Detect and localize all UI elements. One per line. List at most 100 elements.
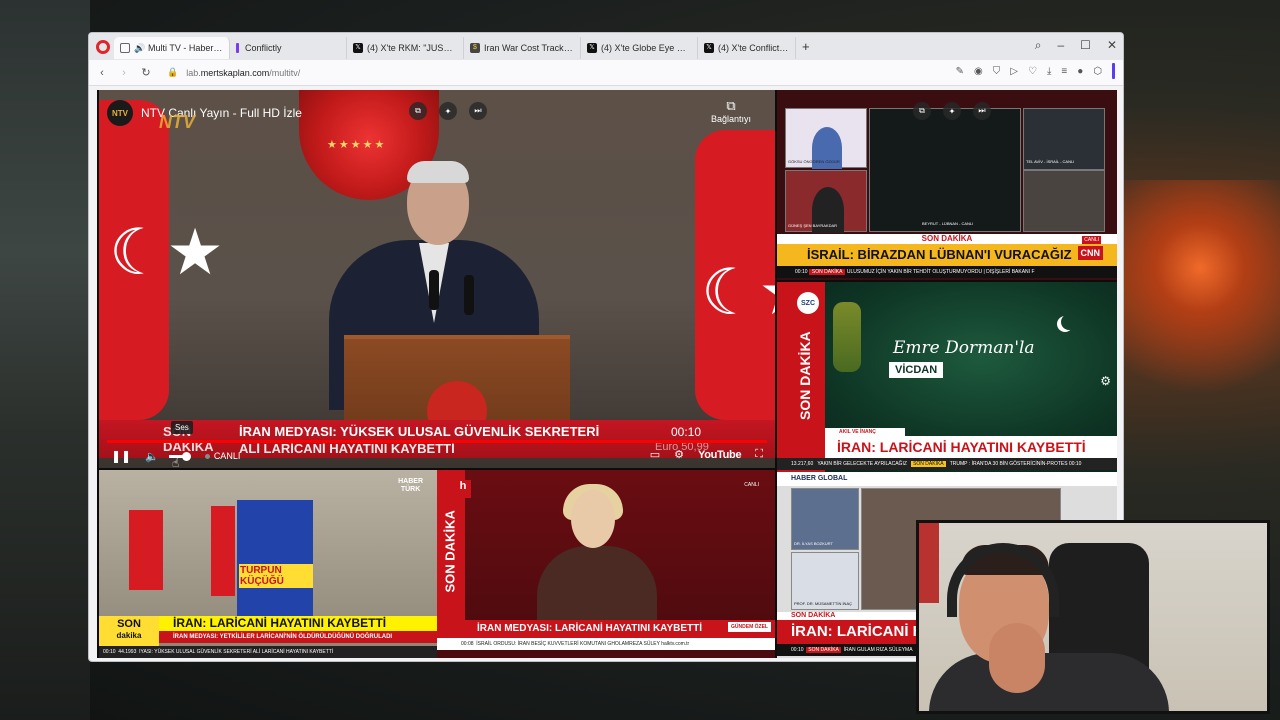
son-label: SON: [117, 618, 141, 630]
halk-tv-player[interactable]: SON DAKİKA h CANLI İRAN MEDYASI: LARİCAN…: [437, 470, 775, 658]
tab-label: (4) X'te Conflict: "🔴 İsveç: [718, 42, 789, 53]
pip-icon[interactable]: ⧉: [913, 102, 931, 120]
tab-label: Conflictly: [245, 43, 282, 53]
volume-tooltip: Ses: [171, 421, 193, 434]
flag-right: ☾★: [695, 130, 775, 420]
captions-icon[interactable]: ▭: [650, 448, 660, 461]
url-field[interactable]: lab.mertskaplan.com/multitv/: [186, 68, 300, 78]
haberturk-player[interactable]: TURPUN KÜÇÜĞÜ HABER TÜRK SON dakika İRAN…: [99, 470, 437, 658]
sidebar-toggle[interactable]: [1112, 63, 1115, 79]
play-icon[interactable]: ▷: [1010, 66, 1018, 79]
crescent-star-icon: ☾★: [701, 256, 775, 328]
program-subtitle: AKIL VE İNANÇ: [825, 428, 905, 436]
vertical-breaking-label: SON DAKİKA: [442, 510, 458, 593]
enhance-icon[interactable]: ✦: [439, 102, 457, 120]
enhance-icon[interactable]: ✦: [943, 102, 961, 120]
settings-icon[interactable]: ⚙: [1100, 374, 1111, 388]
reload-button[interactable]: ↻: [141, 66, 151, 79]
overlay-controls: ⧉ ✦ ⏭: [913, 102, 991, 120]
url-prefix: lab.: [186, 67, 201, 78]
skip-icon[interactable]: ⏭: [469, 102, 487, 120]
cnn-turk-player[interactable]: GÖKSU ÖNGÖREN ÖZGÜR GÜNEŞ ŞEN BAYRAKDAR …: [777, 90, 1117, 280]
url-path: /multitv/: [269, 67, 301, 78]
main-video-player[interactable]: ☾★ ☾★ ★★★★★ NTV NTV Canlı Yayın - Full H…: [99, 90, 775, 468]
tab-x-conflict[interactable]: 𝕏 (4) X'te Conflict: "🔴 İsveç: [698, 37, 796, 59]
close-button[interactable]: ✕: [1107, 38, 1117, 53]
overlay-controls: ⧉ ✦ ⏭: [409, 102, 487, 120]
settings-icon[interactable]: ⚙: [674, 448, 684, 461]
copy-link-button[interactable]: ⧉ Bağlantıyı: [711, 98, 751, 124]
ticker-clock: 00:10: [671, 425, 702, 439]
tab-multitv[interactable]: 🔊 Multi TV - Haber kanalları: [114, 37, 230, 59]
pause-button[interactable]: ❚❚: [111, 449, 131, 463]
ticker-tag: SON DAKİKA: [806, 647, 841, 653]
dakika-label: dakika: [116, 631, 142, 640]
tab-conflictly[interactable]: Conflictly: [230, 37, 347, 59]
tab-x-rkm[interactable]: 𝕏 (4) X'te RKM: "JUST IN: [347, 37, 464, 59]
youtube-button[interactable]: YouTube: [698, 449, 742, 461]
program-banner: VİCDAN: [889, 362, 944, 378]
background-left: [0, 0, 90, 720]
program-title: Emre Dorman'la: [893, 338, 1035, 358]
forward-button[interactable]: ›: [119, 67, 129, 79]
poster-text: TURPUN KÜÇÜĞÜ: [239, 564, 313, 588]
camera-icon[interactable]: ◉: [974, 66, 983, 79]
beirut-tile: BEYRUT - LÜBNAN - CANLI: [869, 108, 1021, 232]
tab-x-globe-eye[interactable]: 𝕏 (4) X'te Globe Eye News: ": [581, 37, 698, 59]
mouse-cursor-icon: ☝: [172, 456, 180, 468]
minimize-button[interactable]: –: [1057, 38, 1064, 53]
extensions-icon[interactable]: ⬡: [1093, 66, 1102, 79]
fullscreen-icon[interactable]: ⛶: [755, 448, 763, 461]
news-ticker: 00:10 44.1993 IYASI: YÜKSEK ULUSAL GÜVEN…: [99, 646, 437, 658]
channel-logo[interactable]: NTV: [107, 100, 133, 126]
tab-label: (4) X'te Globe Eye News: ": [601, 43, 691, 53]
speaker-icon[interactable]: 🔊: [134, 43, 145, 53]
guest-tile: DR. İLYAS BOZKURT: [791, 488, 859, 550]
streamer-hand: [989, 623, 1045, 693]
ticker-text: YAKIN BİR GELECEKTE AYRILACAĞIZ: [817, 461, 907, 467]
profile-icon[interactable]: ●: [1077, 66, 1083, 79]
skip-icon[interactable]: ⏭: [973, 102, 991, 120]
edit-icon[interactable]: ✎: [956, 66, 964, 79]
ticker-clock: 00:08: [461, 641, 474, 647]
sozcu-player[interactable]: SON DAKİKA SZC Emre Dorman'la VİCDAN ⚙ A…: [777, 282, 1117, 472]
video-header: NTV NTV Canlı Yayın - Full HD İzle: [107, 100, 302, 126]
progress-bar[interactable]: [107, 440, 767, 443]
ticker-text: İSRAİL ORDUSU: İRAN BESİÇ KUVVETLERİ KOM…: [476, 641, 690, 647]
search-tabs-icon[interactable]: ⌕: [1035, 38, 1042, 53]
menu-icon[interactable]: ≡: [1061, 66, 1067, 79]
news-ticker: 00:10 SON DAKİKA ULUSUMUZ İÇİN YAKIN BİR…: [777, 266, 1117, 278]
x-icon: 𝕏: [353, 43, 363, 53]
copy-link-label: Bağlantıyı: [710, 114, 751, 124]
tab-label: Multi TV - Haber kanalları: [148, 43, 223, 53]
haber-global-logo: HABER GLOBAL: [777, 472, 1117, 486]
volume-knob[interactable]: [181, 451, 191, 461]
guest-name: PROF. DR. MÜSAMETTİN İNAÇ: [794, 601, 853, 606]
pip-icon[interactable]: ⧉: [409, 102, 427, 120]
program-name: GÜNDEM ÖZEL: [728, 622, 771, 632]
back-button[interactable]: ‹: [97, 67, 107, 79]
ticker-clock: 00:10: [791, 647, 804, 653]
presenter-figure: [527, 484, 667, 646]
live-badge: CANLI: [1082, 236, 1101, 244]
poster: TURPUN KÜÇÜĞÜ: [237, 500, 313, 620]
ticker-clock: 00:10: [103, 649, 116, 655]
flag-left: ☾★: [99, 100, 224, 420]
shield-icon[interactable]: ⛉: [993, 66, 1001, 79]
heart-icon[interactable]: ♡: [1028, 66, 1037, 79]
volume-icon[interactable]: 🔈: [145, 450, 159, 463]
new-tab-button[interactable]: +: [802, 39, 810, 54]
maximize-button[interactable]: ☐: [1080, 38, 1091, 53]
lock-icon[interactable]: 🔒: [167, 67, 178, 78]
headline: İRAN: LARİCANİ HAYATINI KAYBETTİ: [159, 616, 437, 631]
player-controls: ❚❚ 🔈 CANLI ▭ ⚙ YouTube ⛶: [99, 445, 775, 467]
tab-bar: 🔊 Multi TV - Haber kanalları Conflictly …: [89, 33, 1123, 60]
opera-logo-icon[interactable]: [96, 39, 110, 54]
breaking-label: SON DAKİKA: [777, 234, 1117, 244]
headline: İSRAİL: BİRAZDAN LÜBNAN'I VURACAĞIZ: [777, 244, 1117, 266]
guest-tile: PROF. DR. MÜSAMETTİN İNAÇ: [791, 552, 859, 610]
subheadline: İRAN MEDYASI: YETKİLİLER LARİCANİ'NİN ÖL…: [159, 631, 437, 643]
tab-iran-war-cost[interactable]: $ Iran War Cost Tracker — I: [464, 37, 581, 59]
live-indicator[interactable]: CANLI: [204, 451, 240, 461]
download-icon[interactable]: ⤓: [1047, 66, 1051, 79]
